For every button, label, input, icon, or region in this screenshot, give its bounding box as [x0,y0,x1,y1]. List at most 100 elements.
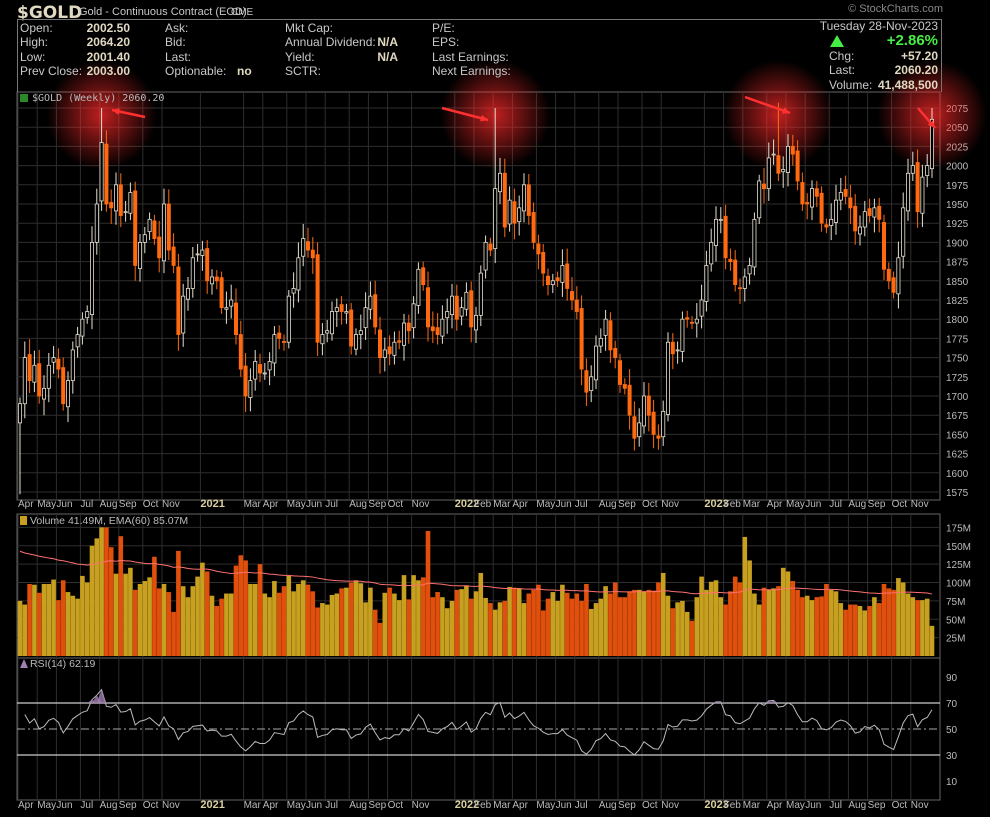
candle-up [872,207,877,218]
candle-down [377,329,382,358]
candle-up [128,192,133,214]
candle-up [714,218,719,246]
volume-bar [742,536,748,656]
volume-bar [22,604,28,656]
volume-bar [651,590,656,656]
volume-bar [228,593,234,656]
volume-bar [132,589,138,656]
volume-bar [660,572,666,656]
x-axis-label: Oct [642,800,658,811]
volume-bar [104,527,109,656]
volume-bar [406,599,412,656]
candle-up [46,364,51,389]
volume-bar [425,531,431,656]
volume-bar [536,584,541,656]
x-axis-label: Jul [829,499,842,510]
candle-up [363,307,368,329]
up-arrow-icon [830,35,844,47]
volume-bar [257,564,263,656]
candle-up [858,226,863,235]
volume-bar [51,579,56,656]
volume-bar [128,567,133,656]
volume-bar [382,592,388,656]
x-axis-label: Oct [143,800,159,811]
candle-down [882,222,887,270]
candle-up [286,295,291,343]
candle-down [646,395,651,416]
volume-bar [492,609,498,656]
candle-up [694,318,699,324]
volume-tick-label: 25M [946,634,965,645]
volume-bar [718,597,724,656]
candle-up [459,307,464,317]
candle-up [329,311,334,335]
price-panel-title: $GOLD (Weekly) 2060.20 [32,93,164,104]
volume-bar [804,595,810,656]
volume-bar [833,591,839,656]
price-tick-label: 1725 [946,373,969,384]
candle-up [901,207,906,257]
volume-bar [238,555,244,656]
candle-down [243,365,248,397]
volume-bar [747,560,752,656]
rsi-icon [20,659,28,668]
candle-down [608,320,613,351]
candle-down [512,201,517,224]
price-tick-label: 1775 [946,334,969,345]
price-tick-label: 1750 [946,354,969,365]
volume-bar [339,588,344,656]
rsi-tick-label: 70 [946,699,958,710]
candle-down [685,317,690,320]
volume-bar [113,573,119,656]
x-axis-label: Oct [642,499,658,510]
x-axis-label: Aug [848,800,866,811]
candle-up [661,410,666,438]
x-axis-label: Jul [575,800,588,811]
volume-bar [497,602,503,656]
candle-up [51,357,56,363]
x-axis-label: Aug [100,499,118,510]
x-axis-label: Oct [892,499,908,510]
volume-bar [516,588,522,656]
candle-down [546,275,551,286]
price-tick-label: 1600 [946,469,969,480]
candle-down [176,266,181,335]
low-value: 2001.40 [86,50,130,64]
instrument-name: Gold - Continuous Contract (EOD) [79,6,247,18]
candle-up [32,364,37,383]
candle-up [829,218,834,226]
volume-bar [603,586,608,656]
candle-up [147,218,152,233]
candle-down [690,321,695,324]
candle-up [771,153,776,156]
x-axis-label: Jul [80,499,93,510]
candle-down [315,254,320,343]
volume-bar [267,597,272,656]
candle-down [205,248,210,282]
x-axis-label: Feb [724,800,742,811]
volume-bar [824,583,829,656]
candle-down [574,299,579,312]
volume-bar [17,600,23,656]
volume-bar [920,600,925,656]
candle-down [915,162,920,213]
candle-down [670,341,675,355]
volume-bar [689,620,695,656]
candle-down [425,287,430,328]
candle-down [233,302,238,335]
candle-up [603,318,608,336]
candle-up [560,265,565,283]
volume-bar [876,603,882,656]
candle-up [483,241,488,271]
candle-icon [20,94,28,102]
volume-bar [118,536,124,656]
volume-bar [368,587,373,656]
candle-up [834,199,839,223]
candle-up [920,176,925,214]
candle-up [291,288,296,294]
volume-bar [713,580,719,656]
candle-down [814,188,819,197]
volume-bar [867,606,872,656]
x-axis-label: 2021 [200,799,224,811]
volume-bar [550,592,556,656]
